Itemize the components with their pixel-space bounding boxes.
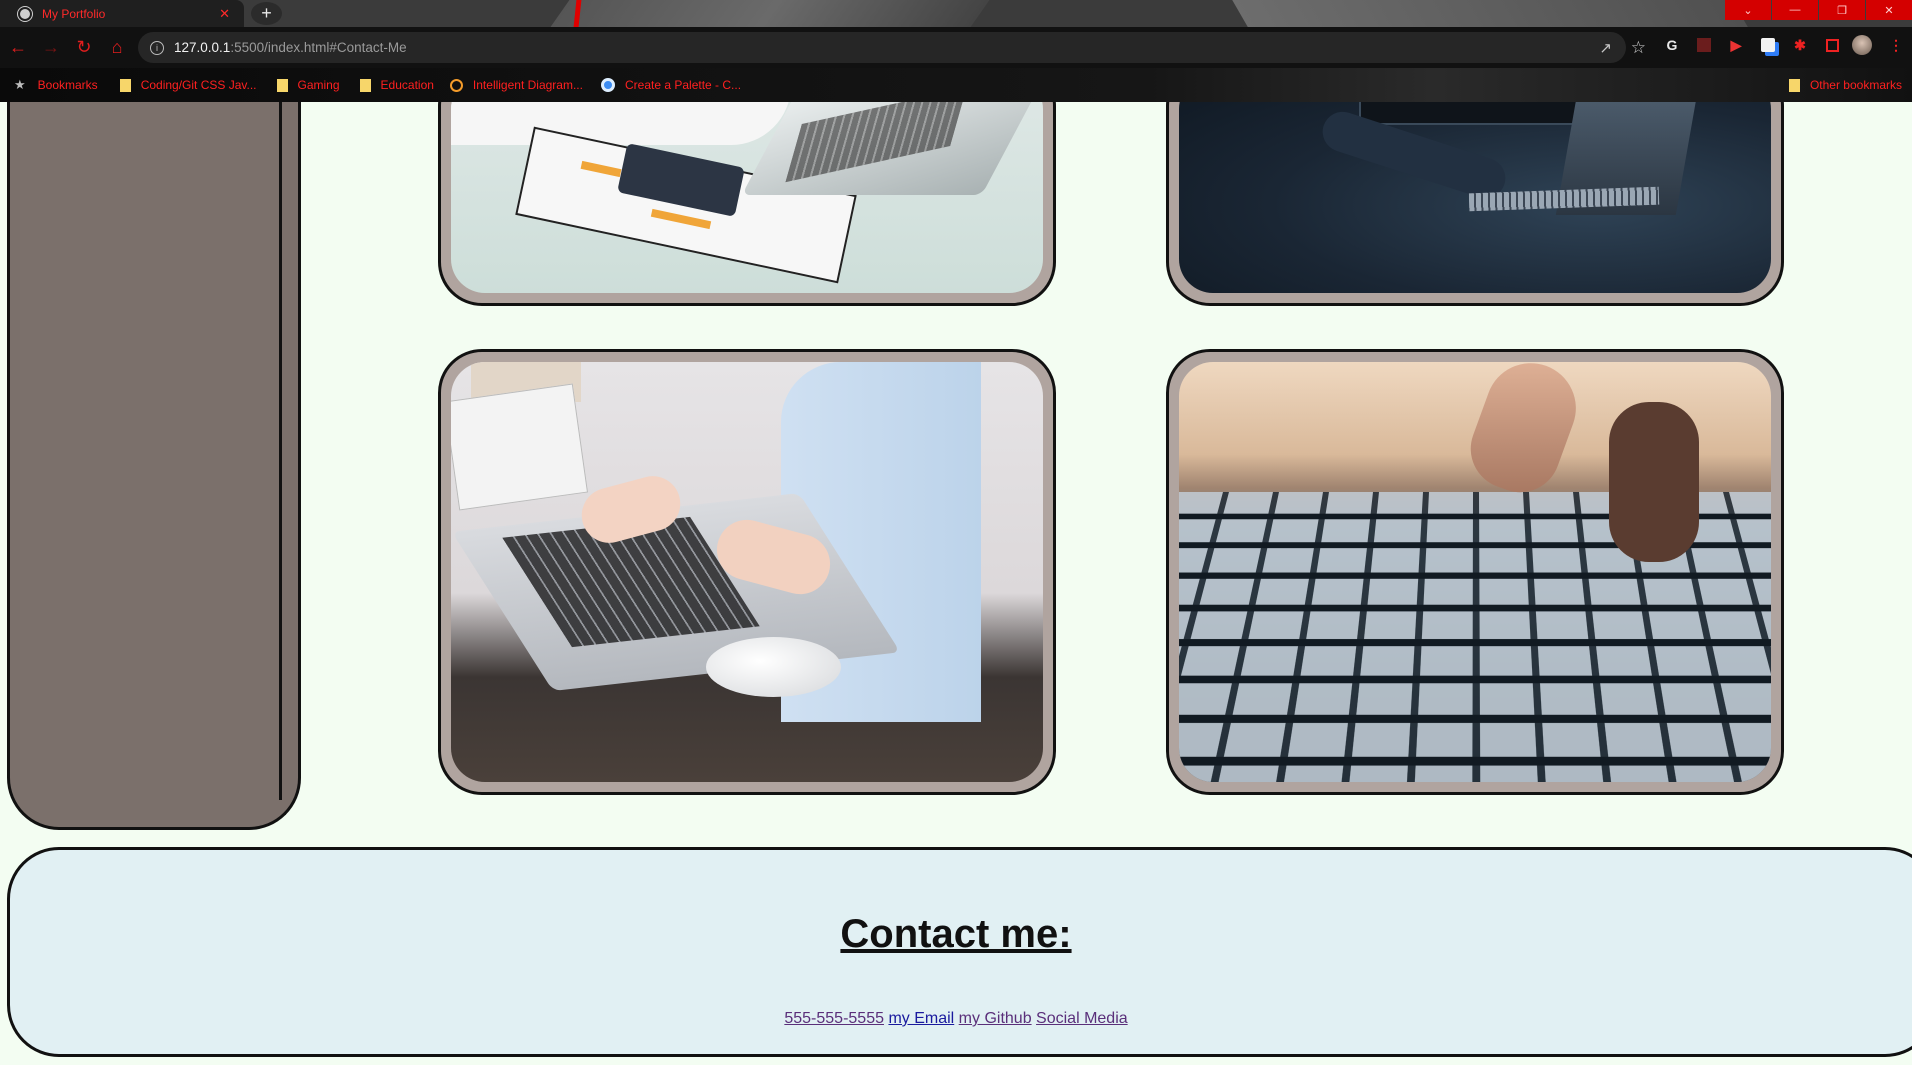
- bookmark-intelligent-diagram[interactable]: Intelligent Diagram...: [449, 78, 583, 92]
- bookmark-coding[interactable]: Coding/Git CSS Jav...: [119, 78, 257, 92]
- menu-icon[interactable]: ⋮: [1886, 35, 1906, 55]
- portfolio-card: [438, 102, 1056, 306]
- photo-keyboard-closeup: [1179, 362, 1771, 782]
- share-icon[interactable]: ↗: [1599, 39, 1612, 57]
- google-icon[interactable]: G: [1662, 35, 1682, 55]
- other-bookmarks[interactable]: Other bookmarks: [1788, 78, 1902, 92]
- close-window-button[interactable]: ✕: [1866, 0, 1912, 20]
- home-icon[interactable]: ⌂: [102, 33, 132, 63]
- forward-icon[interactable]: →: [36, 33, 66, 63]
- bookmark-label: Coding/Git CSS Jav...: [140, 78, 257, 92]
- contact-links: 555-555-5555 my Email my Github Social M…: [0, 1010, 1912, 1028]
- tab-my-portfolio[interactable]: My Portfolio ✕: [0, 0, 244, 27]
- back-icon[interactable]: ←: [3, 33, 33, 63]
- bookmark-label: Other bookmarks: [1809, 78, 1902, 92]
- bookmark-star-icon[interactable]: ☆: [1631, 38, 1646, 58]
- browser-toolbar: ← → ↻ ⌂ i 127.0.0.1:5500/index.html#Cont…: [0, 27, 1912, 68]
- social-media-link[interactable]: Social Media: [1036, 1010, 1128, 1027]
- puzzle-icon[interactable]: ✱: [1790, 35, 1810, 55]
- bookmark-label: Education: [380, 78, 434, 92]
- bookmark-bookmarks[interactable]: ★ Bookmarks: [14, 77, 98, 93]
- extension-icon[interactable]: [1694, 35, 1714, 55]
- sidepanel-icon[interactable]: [1822, 35, 1842, 55]
- page-viewport: Contact me: 555-555-5555 my Email my Git…: [0, 102, 1912, 1065]
- restore-button[interactable]: ❐: [1819, 0, 1865, 20]
- minimize-button[interactable]: —: [1772, 0, 1818, 20]
- sidebar: [7, 102, 301, 830]
- extension-icon[interactable]: ▶: [1726, 35, 1746, 55]
- folder-icon: [119, 78, 131, 92]
- bookmark-gaming[interactable]: Gaming: [276, 78, 340, 92]
- github-link[interactable]: my Github: [959, 1010, 1032, 1027]
- globe-icon: [18, 6, 32, 21]
- theme-decoration: [1232, 0, 1748, 27]
- new-tab-button[interactable]: +: [251, 2, 282, 25]
- folder-icon: [359, 78, 371, 92]
- bookmark-label: Create a Palette - C...: [624, 78, 742, 92]
- address-bar[interactable]: i 127.0.0.1:5500/index.html#Contact-Me ↗…: [138, 32, 1646, 63]
- portfolio-card: [1166, 102, 1784, 306]
- folder-icon: [1788, 78, 1800, 92]
- tab-title: My Portfolio: [42, 6, 106, 21]
- email-link[interactable]: my Email: [888, 1010, 954, 1027]
- reload-icon[interactable]: ↻: [69, 33, 99, 63]
- star-icon: ★: [14, 77, 26, 92]
- sidebar-divider: [279, 102, 282, 800]
- tab-search-button[interactable]: ⌄: [1725, 0, 1771, 20]
- bookmark-label: Gaming: [297, 78, 340, 92]
- site-info-icon[interactable]: i: [150, 40, 164, 55]
- photo-dark-workstation: [1179, 102, 1771, 293]
- photo-typing-laptop: [451, 362, 1043, 782]
- portfolio-card: [1166, 349, 1784, 795]
- url-host: 127.0.0.1: [174, 40, 231, 55]
- close-tab-icon[interactable]: ✕: [219, 6, 230, 22]
- avatar[interactable]: [1852, 35, 1872, 55]
- bookmark-label: Intelligent Diagram...: [472, 78, 583, 92]
- window-controls: ⌄ — ❐ ✕: [1724, 0, 1912, 20]
- bookmark-create-palette[interactable]: Create a Palette - C...: [600, 78, 742, 92]
- bookmark-education[interactable]: Education: [359, 78, 434, 92]
- photo-desk-calculator: [451, 102, 1043, 293]
- theme-decoration: [550, 0, 990, 27]
- portfolio-card: [438, 349, 1056, 795]
- translate-icon[interactable]: [1758, 35, 1778, 55]
- tab-strip: My Portfolio ✕ + ⌄ — ❐ ✕: [0, 0, 1912, 27]
- folder-icon: [276, 78, 288, 92]
- spark-icon: [449, 78, 463, 92]
- bookmark-label: Bookmarks: [37, 78, 98, 92]
- url-path: :5500/index.html#Contact-Me: [230, 40, 407, 55]
- contact-heading: Contact me:: [840, 912, 1072, 956]
- bookmarks-bar: ★ Bookmarks Coding/Git CSS Jav... Gaming …: [0, 68, 1912, 102]
- phone-link[interactable]: 555-555-5555: [784, 1010, 884, 1027]
- globe-icon: [600, 78, 615, 92]
